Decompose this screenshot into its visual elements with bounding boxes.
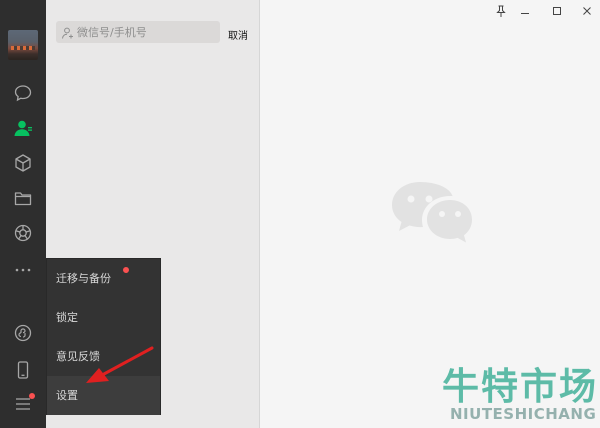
menu-item-label: 设置	[56, 389, 78, 402]
left-nav-bar	[0, 0, 46, 428]
menu-item-migrate-backup[interactable]: 迁移与备份	[47, 259, 160, 298]
contacts-icon[interactable]	[11, 116, 35, 140]
watermark-chinese: 牛特市场	[442, 365, 598, 408]
menu-item-settings[interactable]: 设置	[47, 376, 160, 415]
search-input[interactable]	[77, 23, 215, 41]
close-icon[interactable]	[579, 3, 595, 19]
pin-icon[interactable]	[493, 3, 509, 19]
migrate-badge	[123, 267, 129, 273]
menu-item-label: 锁定	[56, 311, 78, 324]
mini-program-icon[interactable]	[11, 321, 35, 345]
watermark-english: NIUTESHICHANG	[450, 405, 597, 423]
cancel-button[interactable]: 取消	[228, 27, 248, 42]
menu-item-feedback[interactable]: 意见反馈	[47, 337, 160, 376]
menu-item-lock[interactable]: 锁定	[47, 298, 160, 337]
wechat-logo-icon	[392, 182, 472, 243]
cube-icon[interactable]	[11, 151, 35, 175]
avatar[interactable]	[8, 30, 38, 60]
add-contact-icon	[61, 25, 75, 39]
minimize-icon[interactable]	[517, 3, 533, 19]
folder-icon[interactable]	[11, 186, 35, 210]
maximize-icon[interactable]	[549, 3, 565, 19]
notification-badge	[29, 393, 35, 399]
chat-bubble-icon[interactable]	[11, 81, 35, 105]
settings-menu: 迁移与备份 锁定 意见反馈 设置	[46, 258, 161, 415]
search-box	[56, 21, 220, 43]
menu-item-label: 迁移与备份	[56, 272, 111, 285]
phone-icon[interactable]	[11, 358, 35, 382]
watermark: 牛特市场 NIUTESHICHANG	[440, 356, 596, 426]
menu-item-label: 意见反馈	[56, 350, 100, 363]
more-dots-icon[interactable]	[11, 258, 35, 282]
aperture-icon[interactable]	[11, 221, 35, 245]
